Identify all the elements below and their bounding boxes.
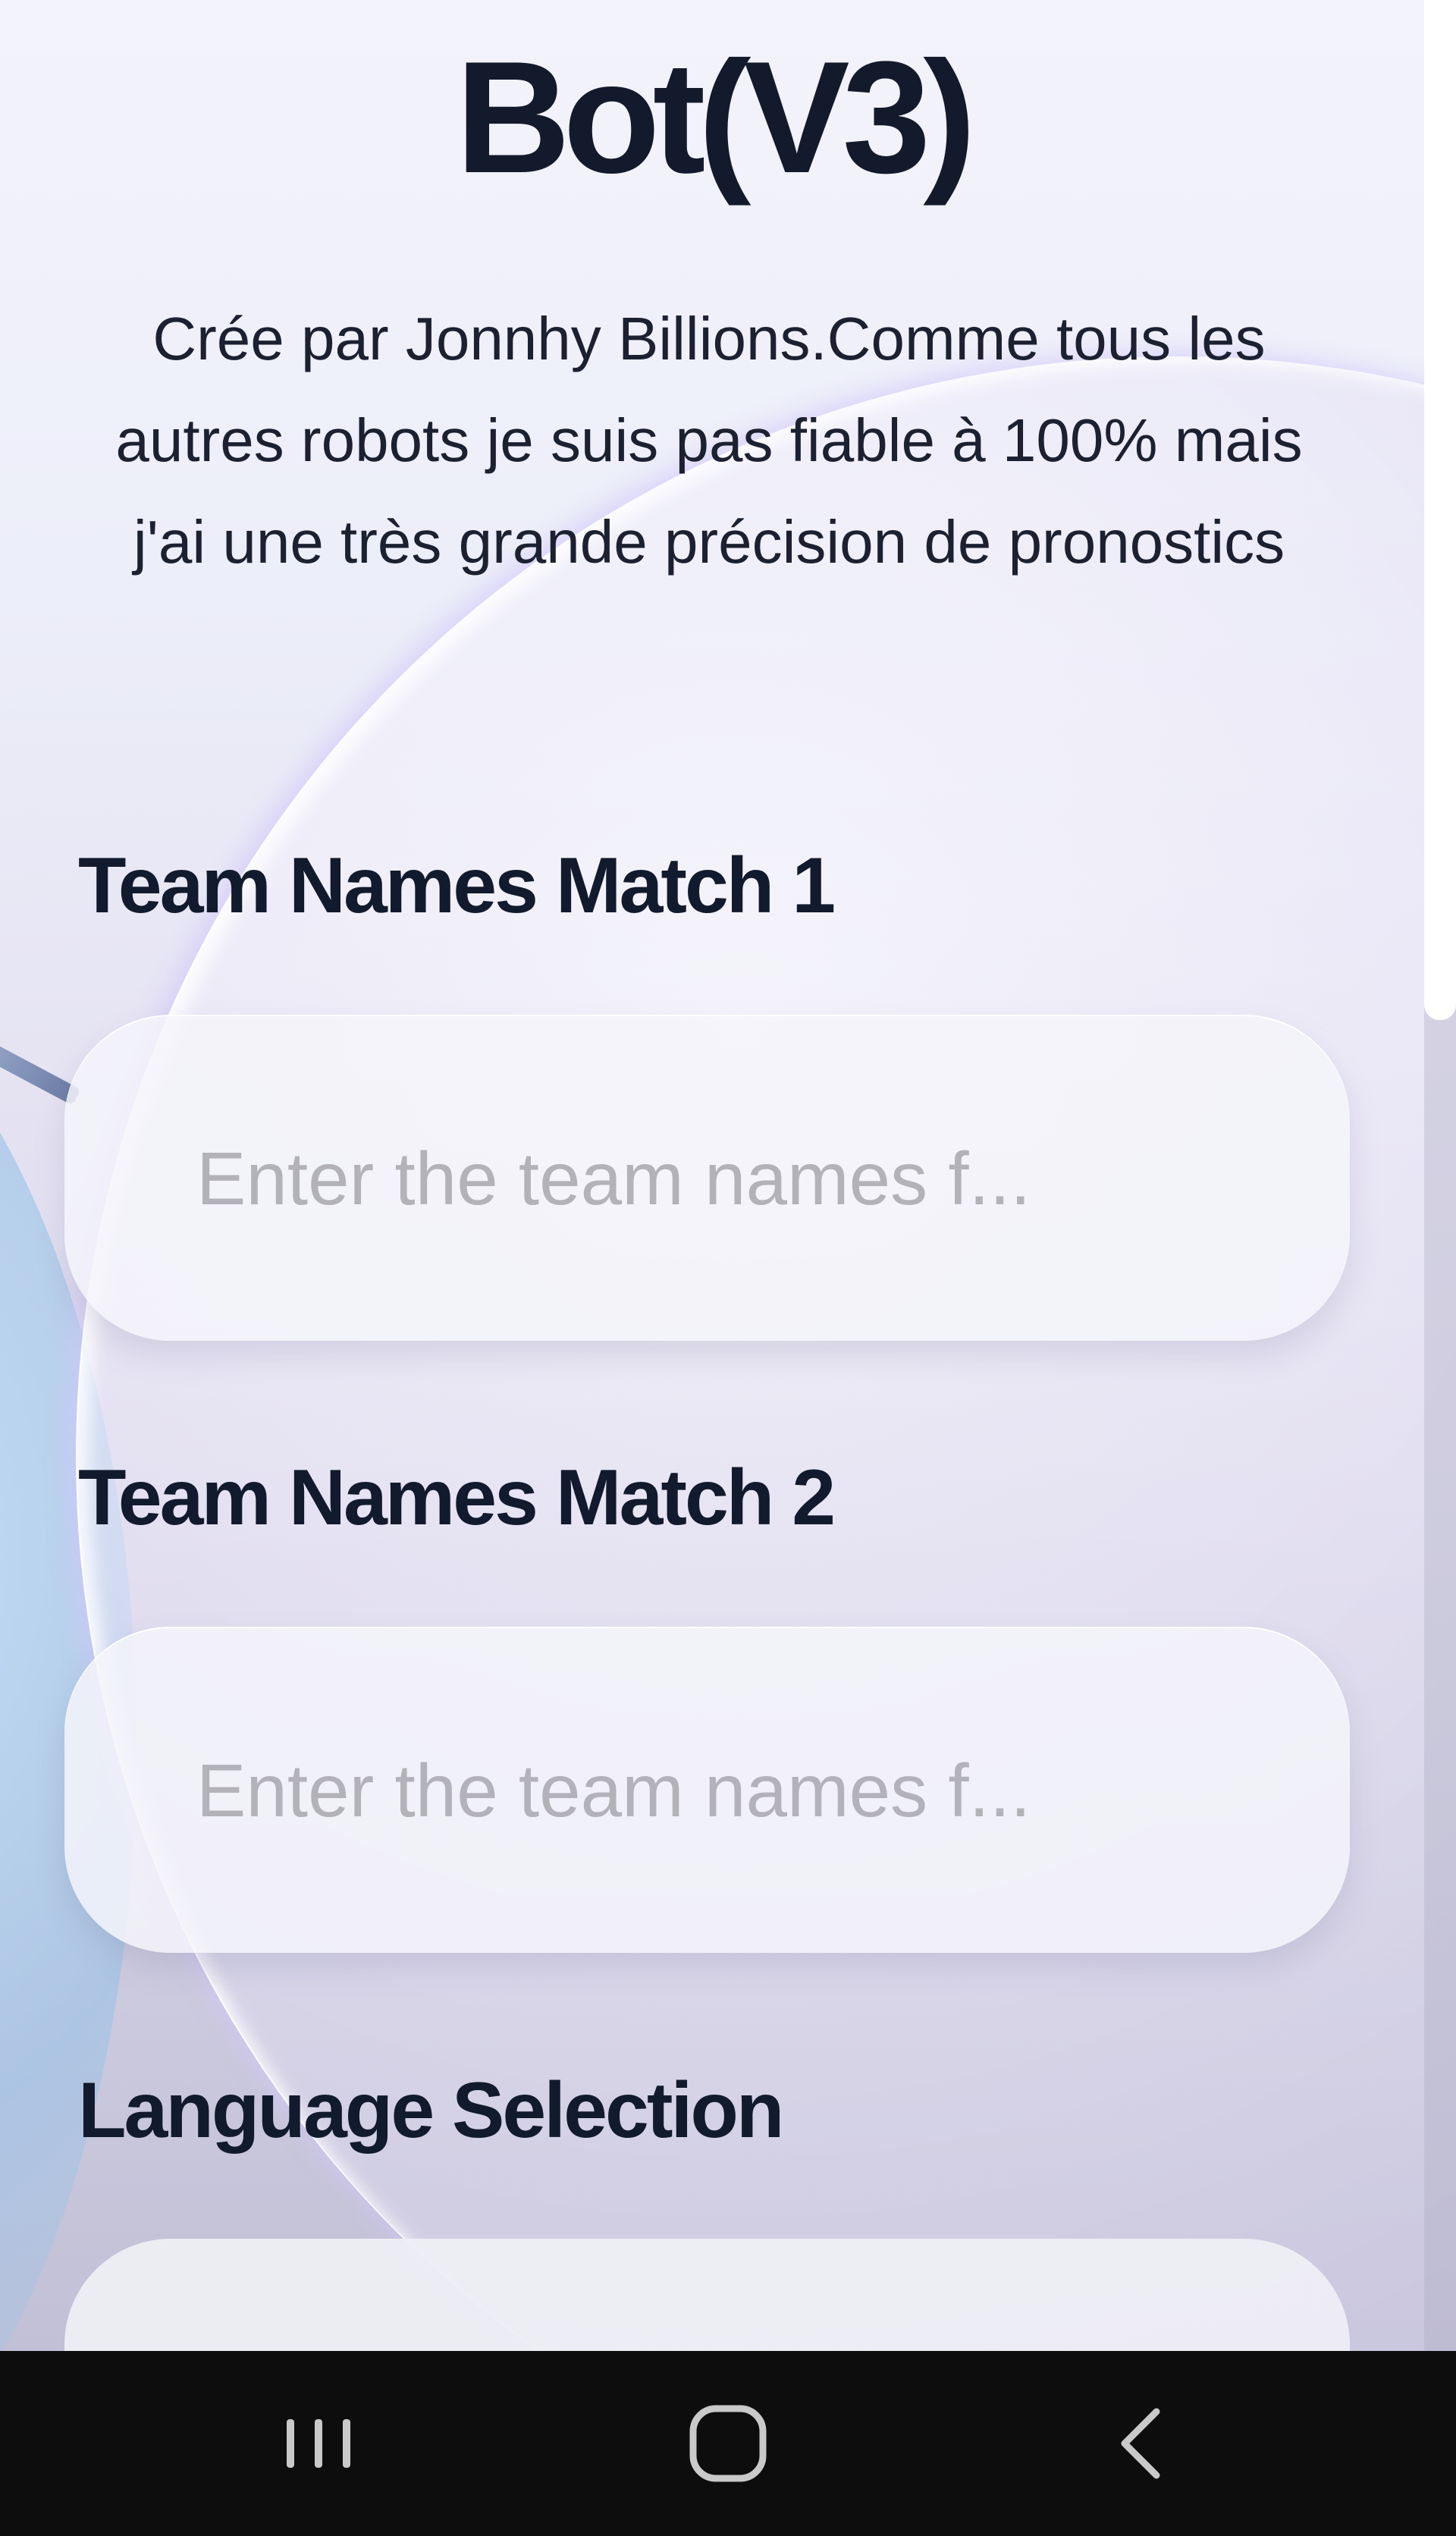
match2-label: Team Names Match 2: [78, 1454, 836, 1542]
language-select[interactable]: [64, 2239, 1350, 2351]
language-label: Language Selection: [78, 2067, 784, 2155]
recent-apps-icon: [287, 2419, 350, 2468]
recent-apps-button[interactable]: [265, 2390, 372, 2497]
back-icon: [1121, 2408, 1160, 2479]
scrollbar-thumb[interactable]: [1424, 0, 1456, 1020]
system-navigation-bar: [0, 2351, 1456, 2536]
match2-input[interactable]: [195, 1627, 1298, 1954]
match2-input-container: [64, 1627, 1350, 1954]
match1-input-container: [64, 1015, 1350, 1342]
home-button[interactable]: [675, 2390, 781, 2497]
match1-label: Team Names Match 1: [78, 842, 836, 930]
home-icon: [689, 2405, 767, 2482]
page-description: Crée par Jonnhy Billions.Comme tous les …: [115, 305, 1303, 576]
page-title: Bot(V3): [455, 28, 977, 206]
app-background: Bot(V3) Crée par Jonnhy Billions.Comme t…: [0, 0, 1456, 2351]
match1-input[interactable]: [195, 1015, 1298, 1342]
page-content: Bot(V3) Crée par Jonnhy Billions.Comme t…: [0, 0, 1424, 2351]
back-button[interactable]: [1088, 2390, 1194, 2497]
